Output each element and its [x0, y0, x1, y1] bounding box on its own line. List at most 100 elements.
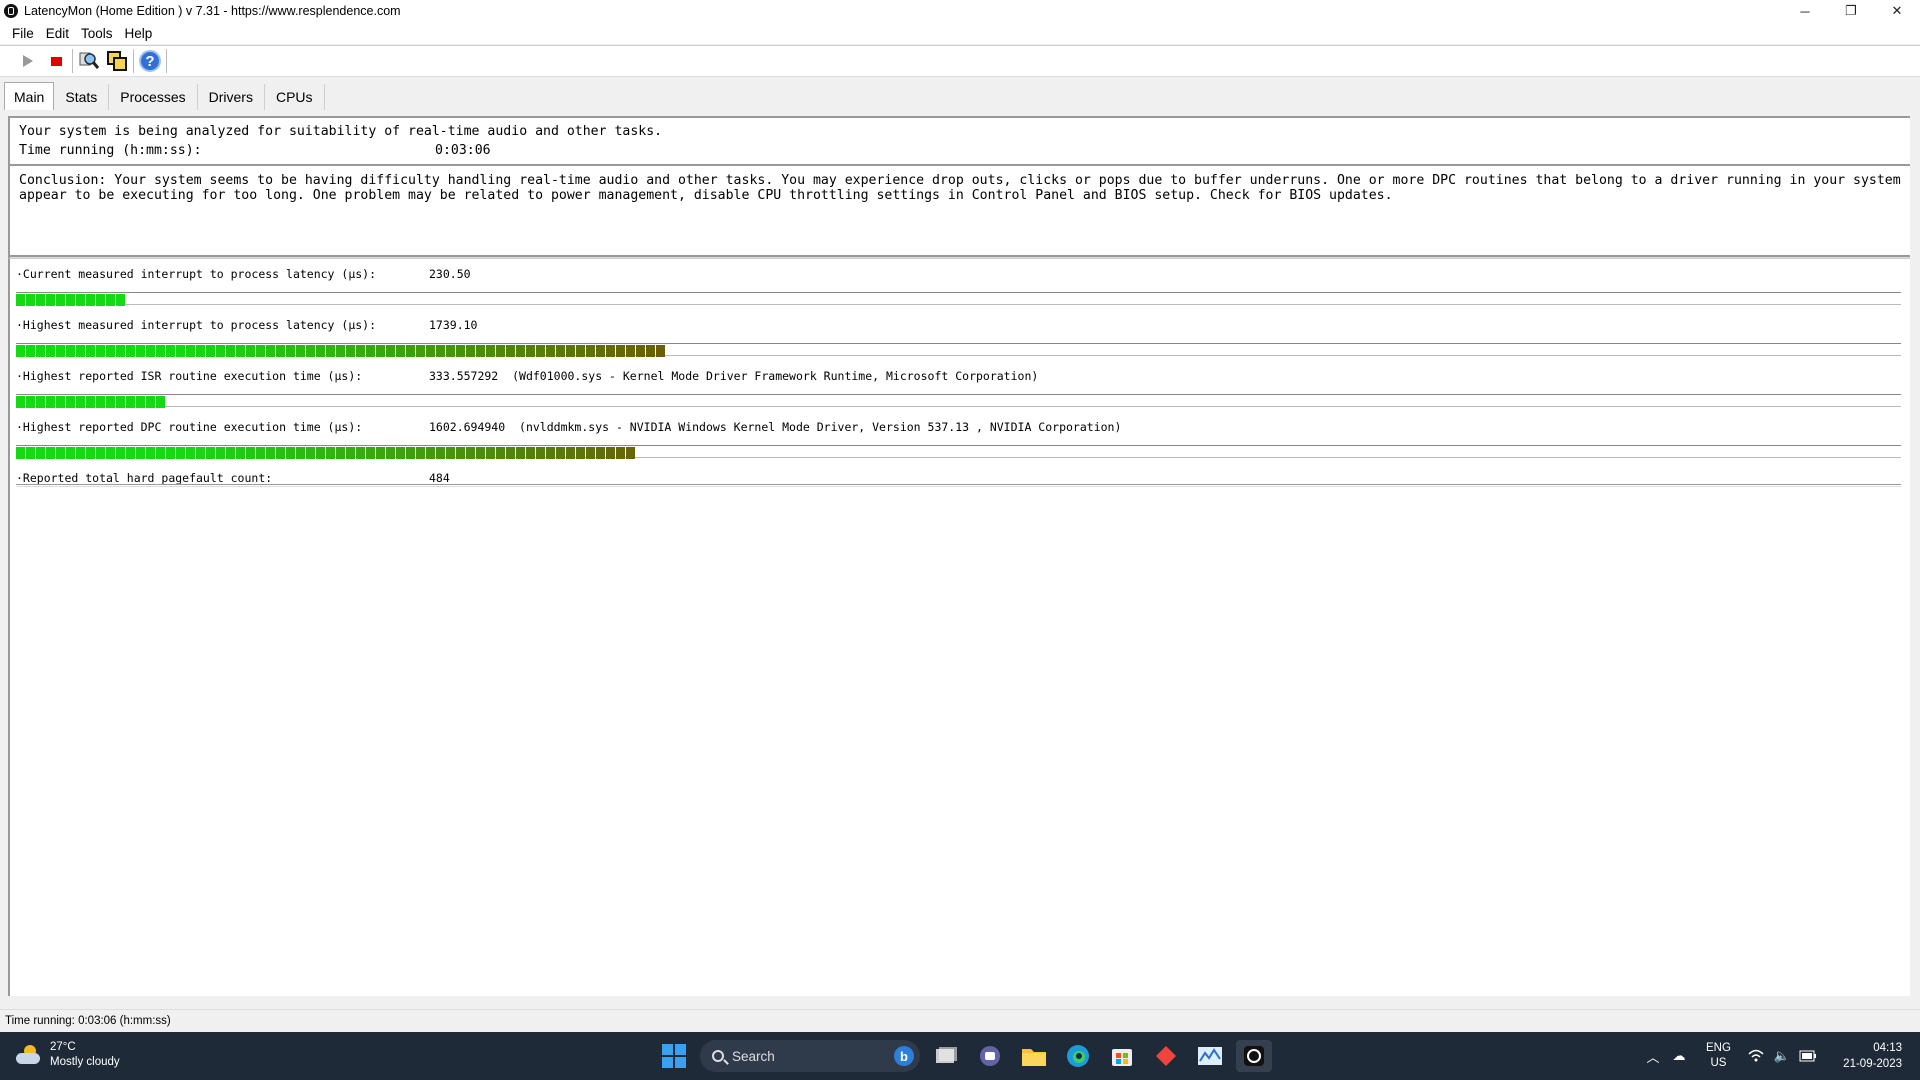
tab-stats[interactable]: Stats — [54, 84, 110, 110]
wifi-icon[interactable] — [1746, 1046, 1766, 1066]
language-indicator[interactable]: ENG US — [1706, 1041, 1731, 1071]
edge-button[interactable] — [1060, 1040, 1096, 1072]
bar-segment — [96, 294, 105, 306]
task-view-icon — [936, 1047, 957, 1063]
bar-segment — [36, 447, 45, 459]
menu-help[interactable]: Help — [119, 26, 159, 41]
bar-segment — [106, 345, 115, 357]
temperature: 27°C — [50, 1041, 76, 1053]
onedrive-offline-icon[interactable]: ☁ — [1669, 1046, 1689, 1066]
bar-segment — [556, 447, 565, 459]
clock[interactable]: 04:13 21-09-2023 — [1843, 1040, 1902, 1072]
bar-segment — [326, 447, 335, 459]
bar-segment — [306, 345, 315, 357]
tab-drivers[interactable]: Drivers — [198, 84, 265, 110]
metric-value: 484 — [429, 471, 450, 485]
weather-widget[interactable]: 27°C Mostly cloudy — [16, 1040, 120, 1070]
bar-segment — [186, 447, 195, 459]
bar-segment — [396, 345, 405, 357]
start-button[interactable] — [14, 48, 42, 74]
metric-label: ·Highest reported DPC routine execution … — [16, 420, 363, 434]
file-explorer-button[interactable] — [1016, 1040, 1052, 1072]
bar-segment — [136, 447, 145, 459]
resource-monitor-button[interactable] — [1192, 1040, 1228, 1072]
bar-segment — [36, 294, 45, 306]
bar-segment — [456, 447, 465, 459]
windows-logo-icon — [662, 1044, 686, 1068]
bar-segment — [76, 396, 85, 408]
bar-segment — [426, 447, 435, 459]
bar-segment — [316, 447, 325, 459]
tab-cpus[interactable]: CPUs — [265, 84, 325, 110]
bar-segment — [96, 345, 105, 357]
metric-hard-pagefault-count: ·Reported total hard pagefault count: 48… — [10, 463, 1910, 514]
analysis-line: Your system is being analyzed for suitab… — [19, 124, 663, 139]
bar-segment — [316, 345, 325, 357]
stop-button[interactable] — [42, 48, 70, 74]
bar-segment — [436, 447, 445, 459]
volume-icon[interactable]: 🔈 — [1772, 1046, 1792, 1066]
bar-segment — [26, 294, 35, 306]
bar-segment — [186, 345, 195, 357]
bar-segment — [246, 345, 255, 357]
help-button[interactable]: ? — [136, 48, 164, 74]
maximize-button[interactable]: ❐ — [1828, 0, 1874, 22]
bar-segment — [386, 345, 395, 357]
latency-bar — [16, 447, 636, 459]
teams-chat-button[interactable] — [972, 1040, 1008, 1072]
bar-segment — [166, 345, 175, 357]
menu-edit[interactable]: Edit — [40, 26, 75, 41]
task-view-button[interactable] — [928, 1040, 964, 1072]
bar-segment — [336, 345, 345, 357]
title-bar: LatencyMon (Home Edition ) v 7.31 - http… — [0, 0, 1920, 22]
bar-segment — [346, 447, 355, 459]
copy-button[interactable] — [103, 48, 131, 74]
bar-segment — [76, 294, 85, 306]
bar-segment — [586, 345, 595, 357]
latencymon-taskbar-button[interactable] — [1236, 1040, 1272, 1072]
bar-segment — [96, 447, 105, 459]
bar-segment — [116, 294, 125, 306]
store-button[interactable] — [1104, 1040, 1140, 1072]
bar-segment — [226, 345, 235, 357]
bar-segment — [406, 345, 415, 357]
bar-segment — [126, 396, 135, 408]
bar-segment — [36, 345, 45, 357]
bar-segment — [56, 396, 65, 408]
bar-segment — [566, 345, 575, 357]
bar-segment — [216, 447, 225, 459]
tab-main[interactable]: Main — [4, 82, 55, 110]
play-icon — [23, 55, 33, 67]
bar-segment — [26, 345, 35, 357]
bar-segment — [126, 447, 135, 459]
toolbar-separator — [72, 49, 73, 73]
search-label: Search — [732, 1048, 775, 1064]
close-button[interactable]: ✕ — [1874, 0, 1920, 22]
bar-segment — [466, 345, 475, 357]
bar-segment — [636, 345, 645, 357]
keyboard-layout: US — [1710, 1057, 1727, 1069]
start-button[interactable] — [656, 1040, 692, 1072]
menu-tools[interactable]: Tools — [75, 26, 119, 41]
latencymon-app-icon — [4, 4, 18, 18]
minimize-button[interactable]: ─ — [1782, 0, 1828, 22]
chevron-up-icon[interactable]: ︿ — [1643, 1046, 1663, 1066]
help-icon: ? — [139, 50, 161, 72]
menu-file[interactable]: File — [6, 26, 40, 41]
bar-segment — [576, 447, 585, 459]
clock-time: 04:13 — [1873, 1042, 1902, 1054]
bar-segment — [86, 345, 95, 357]
battery-icon[interactable] — [1798, 1046, 1818, 1066]
metric-driver-detail: (Wdf01000.sys - Kernel Mode Driver Frame… — [512, 369, 1039, 383]
bar-segment — [486, 345, 495, 357]
time-running-value: 0:03:06 — [435, 143, 491, 158]
toolbar-separator — [133, 49, 134, 73]
bing-icon[interactable]: b — [894, 1046, 914, 1066]
anydesk-button[interactable] — [1148, 1040, 1184, 1072]
bar-segment — [326, 345, 335, 357]
inspect-button[interactable] — [75, 48, 103, 74]
bar-segment — [256, 345, 265, 357]
bar-segment — [206, 447, 215, 459]
taskbar-search[interactable]: Search b — [700, 1040, 920, 1072]
tab-processes[interactable]: Processes — [109, 84, 198, 110]
